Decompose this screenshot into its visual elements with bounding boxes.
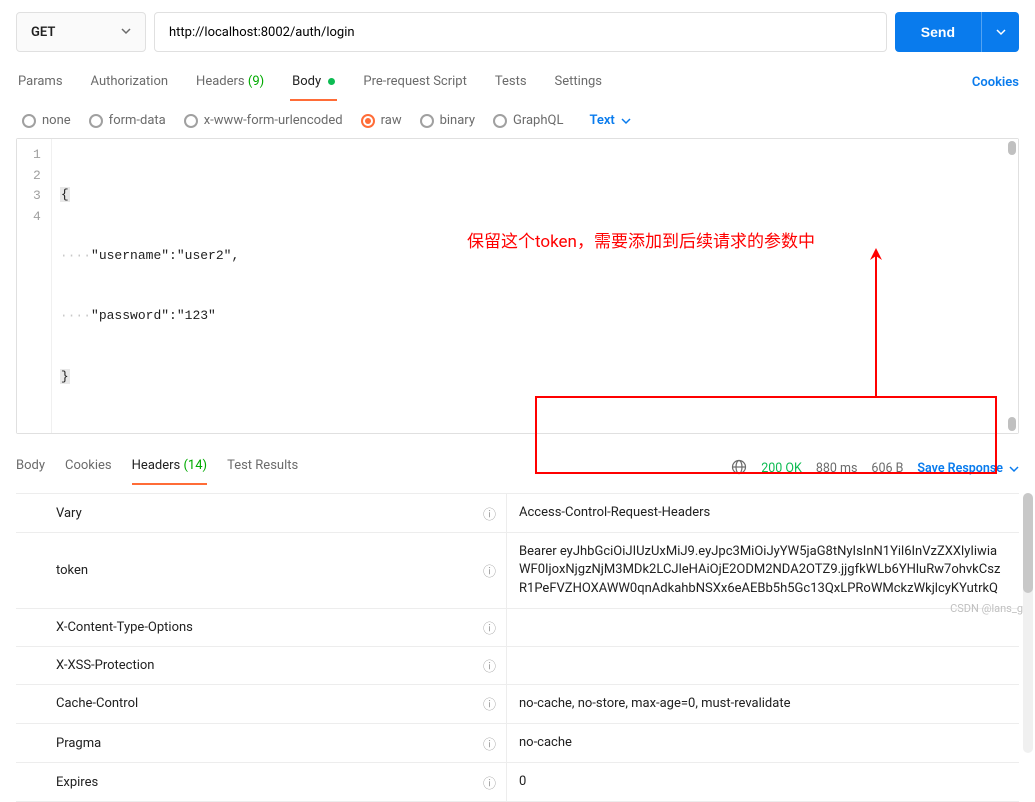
- chevron-down-icon: [996, 27, 1006, 37]
- body-type-form-data[interactable]: form-data: [89, 113, 166, 128]
- tab-pre-request[interactable]: Pre-request Script: [361, 66, 468, 101]
- radio-label: raw: [381, 113, 402, 128]
- http-method-select[interactable]: GET: [16, 12, 146, 52]
- code-text: {: [60, 187, 70, 202]
- send-dropdown-button[interactable]: [981, 12, 1019, 52]
- whitespace: ····: [60, 308, 91, 323]
- content-type-select[interactable]: Text: [589, 113, 630, 128]
- radio-label: none: [42, 113, 71, 128]
- header-value: no-cache: [519, 734, 572, 752]
- body-type-none[interactable]: none: [22, 113, 71, 128]
- radio-icon: [22, 114, 36, 128]
- tab-body-label: Body: [292, 74, 321, 89]
- chevron-down-icon: [621, 116, 631, 126]
- info-icon[interactable]: ⓘ: [483, 694, 496, 713]
- code-text: "password":"123": [91, 308, 216, 323]
- radio-label: x-www-form-urlencoded: [204, 113, 343, 128]
- tab-body[interactable]: Body: [290, 66, 337, 101]
- response-tab-headers-label: Headers: [132, 458, 181, 473]
- response-tab-test-results[interactable]: Test Results: [227, 452, 298, 485]
- info-icon[interactable]: ⓘ: [483, 504, 496, 523]
- save-response-label: Save Response: [917, 461, 1003, 476]
- response-time: 880 ms: [816, 461, 858, 476]
- radio-label: GraphQL: [513, 113, 563, 128]
- code-text: }: [60, 369, 70, 384]
- header-key: Cache-Control: [56, 696, 138, 711]
- radio-label: binary: [440, 113, 475, 128]
- code-area[interactable]: { ····"username":"user2", ····"password"…: [52, 139, 1018, 433]
- cookies-link[interactable]: Cookies: [972, 67, 1019, 100]
- body-type-graphql[interactable]: GraphQL: [493, 113, 563, 128]
- table-row: token ⓘ Bearer eyJhbGciOiJIUzUxMiJ9.eyJpc…: [16, 532, 1019, 608]
- table-row: Expires ⓘ 0: [16, 762, 1019, 802]
- table-row: Pragma ⓘ no-cache: [16, 723, 1019, 762]
- body-type-raw[interactable]: raw: [361, 113, 402, 128]
- response-size: 606 B: [871, 461, 903, 476]
- tab-headers-label: Headers: [196, 74, 245, 89]
- header-key: Pragma: [56, 736, 101, 751]
- response-tab-body[interactable]: Body: [16, 452, 45, 485]
- url-input[interactable]: [154, 12, 887, 52]
- whitespace: ····: [60, 248, 91, 263]
- code-text: "username":"user2",: [91, 248, 239, 263]
- info-icon[interactable]: ⓘ: [483, 734, 496, 753]
- header-value: Bearer eyJhbGciOiJIUzUxMiJ9.eyJpc3MiOiJy…: [519, 543, 1007, 598]
- radio-icon: [493, 114, 507, 128]
- tab-settings[interactable]: Settings: [553, 66, 604, 101]
- body-indicator-icon: [328, 78, 335, 85]
- radio-icon: [361, 114, 375, 128]
- header-key: token: [56, 563, 88, 578]
- tab-authorization[interactable]: Authorization: [89, 66, 171, 101]
- header-key: Vary: [56, 506, 82, 521]
- response-headers-count: (14): [183, 458, 207, 473]
- table-row: X-XSS-Protection ⓘ: [16, 646, 1019, 684]
- http-method-label: GET: [31, 25, 55, 40]
- chevron-down-icon: [121, 25, 131, 40]
- chevron-down-icon: [1009, 464, 1019, 474]
- globe-icon[interactable]: [731, 459, 747, 479]
- save-response-button[interactable]: Save Response: [917, 461, 1019, 476]
- table-row: X-Content-Type-Optionsⓘ: [16, 608, 1019, 646]
- radio-label: form-data: [109, 113, 166, 128]
- header-key: X-Content-Type-Options: [56, 620, 193, 635]
- header-key: X-XSS-Protection: [56, 658, 154, 673]
- info-icon[interactable]: ⓘ: [483, 656, 496, 675]
- content-type-label: Text: [589, 113, 614, 128]
- table-row: Vary ⓘ Access-Control-Request-Headers: [16, 493, 1019, 532]
- send-button[interactable]: Send: [895, 12, 981, 52]
- scrollbar-track[interactable]: [1023, 493, 1033, 753]
- response-tab-headers[interactable]: Headers (14): [132, 452, 207, 485]
- headers-count: (9): [248, 74, 264, 89]
- table-row: Cache-Control ⓘ no-cache, no-store, max-a…: [16, 684, 1019, 723]
- tab-tests[interactable]: Tests: [493, 66, 529, 101]
- body-type-urlencoded[interactable]: x-www-form-urlencoded: [184, 113, 343, 128]
- radio-icon: [184, 114, 198, 128]
- scrollbar-thumb[interactable]: [1023, 493, 1033, 593]
- watermark: CSDN @lans_g: [950, 602, 1023, 615]
- tab-headers[interactable]: Headers (9): [194, 66, 266, 101]
- line-gutter: 1234: [17, 139, 52, 433]
- header-value: no-cache, no-store, max-age=0, must-reva…: [519, 695, 790, 713]
- radio-icon: [89, 114, 103, 128]
- status-code: 200 OK: [761, 461, 802, 476]
- tab-params[interactable]: Params: [16, 66, 65, 101]
- scrollbar[interactable]: [1008, 141, 1016, 155]
- info-icon[interactable]: ⓘ: [483, 561, 496, 580]
- header-value: Access-Control-Request-Headers: [519, 504, 710, 522]
- body-type-binary[interactable]: binary: [420, 113, 475, 128]
- info-icon[interactable]: ⓘ: [483, 773, 496, 792]
- scrollbar[interactable]: [1008, 417, 1016, 431]
- radio-icon: [420, 114, 434, 128]
- header-value: 0: [519, 773, 526, 791]
- response-tab-cookies[interactable]: Cookies: [65, 452, 112, 485]
- body-editor[interactable]: 1234 { ····"username":"user2", ····"pass…: [16, 138, 1019, 434]
- header-key: Expires: [56, 775, 98, 790]
- response-headers-table: Vary ⓘ Access-Control-Request-Headers tok…: [16, 493, 1019, 802]
